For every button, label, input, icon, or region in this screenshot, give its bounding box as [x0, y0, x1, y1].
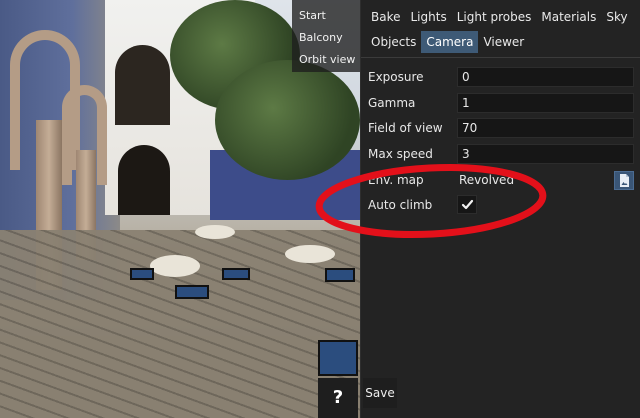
- camera-item-start[interactable]: Start: [292, 6, 360, 28]
- camera-list: Start Balcony Orbit view: [292, 0, 360, 72]
- property-exposure: Exposure: [361, 66, 640, 88]
- save-button[interactable]: Save: [363, 378, 397, 408]
- env-map-label: Env. map: [368, 173, 424, 187]
- property-env-map: Env. map Revolved: [361, 169, 640, 191]
- tab-divider: [361, 57, 640, 58]
- gamma-label: Gamma: [368, 96, 416, 110]
- scene-chair: [222, 268, 250, 280]
- env-map-value: Revolved: [459, 173, 515, 187]
- max-speed-label: Max speed: [368, 147, 433, 161]
- auto-climb-checkbox[interactable]: [457, 195, 477, 214]
- camera-item-balcony[interactable]: Balcony: [292, 28, 360, 50]
- scene-table: [195, 225, 235, 239]
- tab-row: Bake Lights Light probes Materials Sky: [366, 6, 640, 30]
- camera-item-orbit-view[interactable]: Orbit view: [292, 50, 360, 72]
- scene-doorway: [118, 145, 170, 215]
- field-of-view-label: Field of view: [368, 121, 443, 135]
- field-of-view-input[interactable]: [457, 118, 634, 138]
- scene-tree: [215, 60, 360, 180]
- exposure-label: Exposure: [368, 70, 424, 84]
- property-max-speed: Max speed: [361, 143, 640, 165]
- tab-bar: Bake Lights Light probes Materials Sky O…: [361, 6, 640, 56]
- tab-light-probes[interactable]: Light probes: [452, 6, 537, 28]
- scene-chair: [130, 268, 154, 280]
- gamma-input[interactable]: [457, 93, 634, 113]
- scene-chair: [318, 340, 358, 376]
- property-gamma: Gamma: [361, 92, 640, 114]
- scene-chair: [325, 268, 355, 282]
- settings-panel: Bake Lights Light probes Materials Sky O…: [360, 0, 640, 418]
- tab-sky[interactable]: Sky: [601, 6, 632, 28]
- scene-table: [285, 245, 335, 263]
- tab-camera[interactable]: Camera: [421, 31, 479, 53]
- open-file-button[interactable]: [614, 171, 634, 190]
- scene-chair: [175, 285, 209, 299]
- checkmark-icon: [461, 199, 474, 210]
- tab-lights[interactable]: Lights: [406, 6, 452, 28]
- property-auto-climb: Auto climb: [361, 194, 640, 216]
- help-button[interactable]: ?: [318, 378, 358, 418]
- scene-table: [150, 255, 200, 277]
- tab-bake[interactable]: Bake: [366, 6, 406, 28]
- tab-materials[interactable]: Materials: [536, 6, 601, 28]
- tab-viewer[interactable]: Viewer: [478, 31, 529, 53]
- tab-row: Objects Camera Viewer: [366, 31, 640, 55]
- exposure-input[interactable]: [457, 67, 634, 87]
- tab-objects[interactable]: Objects: [366, 31, 421, 53]
- auto-climb-label: Auto climb: [368, 198, 433, 212]
- max-speed-input[interactable]: [457, 144, 634, 164]
- file-image-icon: [620, 174, 629, 187]
- property-field-of-view: Field of view: [361, 117, 640, 139]
- scene-balcony: [115, 45, 170, 125]
